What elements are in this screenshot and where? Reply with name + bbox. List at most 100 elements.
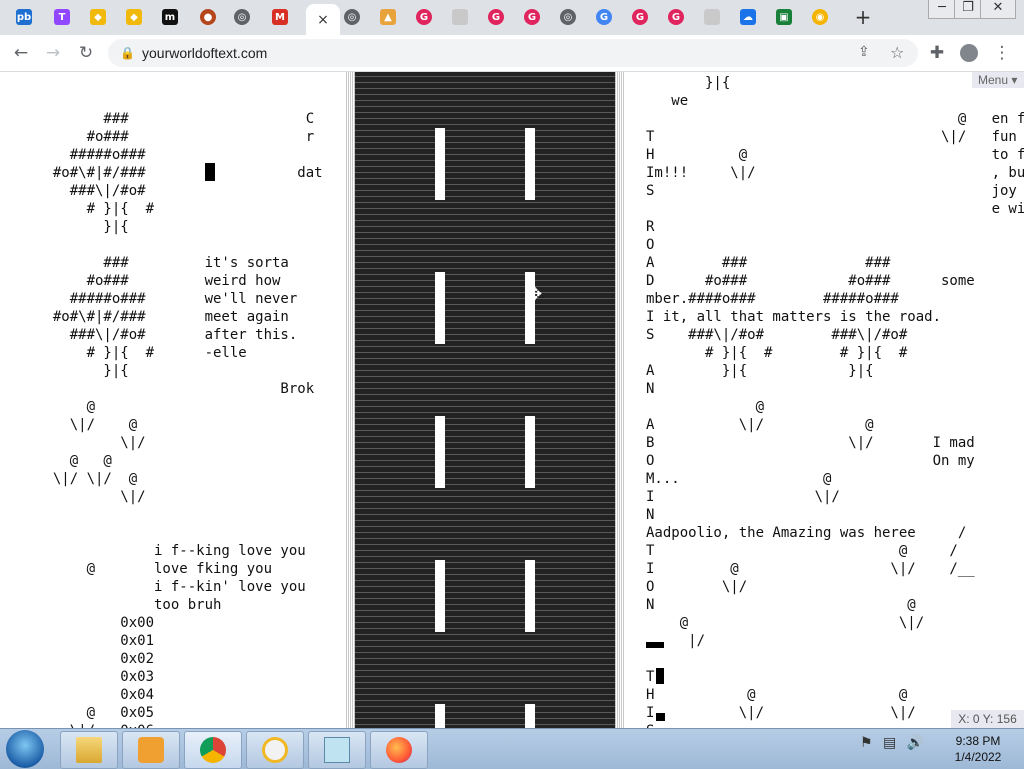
file-explorer-taskbar-button[interactable] <box>60 731 118 769</box>
browser-tab[interactable]: ◆ <box>84 5 112 29</box>
browser-tab[interactable]: ● <box>194 5 222 29</box>
vpn-taskbar-button[interactable] <box>246 731 304 769</box>
reload-icon[interactable]: ↻ <box>74 41 98 65</box>
start-orb-icon[interactable] <box>6 730 44 768</box>
browser-tab[interactable]: T <box>48 5 76 29</box>
network-icon[interactable]: ▤ <box>883 735 896 751</box>
system-tray: ⚑ ▤ 🔊 <box>860 735 940 759</box>
network-warning-icon[interactable]: ⚑ <box>860 735 873 751</box>
browser-tab[interactable]: × <box>306 4 340 35</box>
browser-tab[interactable]: ◉ <box>806 5 834 29</box>
windows-taskbar: ⚑ ▤ 🔊 9:38 PM 1/4/2022 <box>0 728 1024 769</box>
clock-date: 1/4/2022 <box>954 750 1002 764</box>
extensions-puzzle-icon[interactable]: ✚ <box>925 41 949 65</box>
tab-strip: pb T ◆ ◆ m ● ◎ M × ◎ ▲ G G G ◎ G G G ☁ ▣ ◉ + ─ ❐ ✕ <box>0 0 1024 35</box>
browser-tab[interactable]: ◆ <box>120 5 148 29</box>
lane-marking <box>435 560 445 632</box>
firefox-icon <box>386 737 412 763</box>
browser-tab[interactable]: G <box>410 5 438 29</box>
tab-favicon-icon <box>704 9 720 25</box>
close-window-button[interactable]: ✕ <box>980 0 1016 19</box>
lane-marking <box>435 272 445 344</box>
browser-tab[interactable]: m <box>156 5 184 29</box>
bookmark-star-icon[interactable]: ☆ <box>890 43 904 62</box>
kebab-menu-icon[interactable]: ⋮ <box>990 41 1014 65</box>
tab-favicon-icon: G <box>416 9 432 25</box>
world-of-text-canvas[interactable]: ### C #o### r #####o### #o#\#|#/### dat … <box>0 72 1024 728</box>
browser-tab[interactable]: G <box>662 5 690 29</box>
tab-favicon-icon: G <box>596 9 612 25</box>
tab-favicon-icon: G <box>524 9 540 25</box>
browser-tab[interactable]: ◎ <box>228 5 256 29</box>
lane-marking <box>435 128 445 200</box>
tab-favicon-icon: ◎ <box>560 9 576 25</box>
new-tab-button[interactable]: + <box>852 6 874 28</box>
text-block-left-middle: ### it's sorta #o### weird how #####o###… <box>52 255 315 505</box>
address-bar[interactable]: 🔒 yourworldoftext.com ⇪ ☆ <box>108 39 918 67</box>
move-cursor-icon: ✥ <box>527 284 543 305</box>
text-block-mark <box>646 642 664 648</box>
browser-tab[interactable]: G <box>626 5 654 29</box>
tab-favicon-icon: ◆ <box>126 9 142 25</box>
media-player-taskbar-button[interactable] <box>122 731 180 769</box>
forward-arrow-icon[interactable]: → <box>41 41 65 65</box>
browser-tab[interactable] <box>446 5 474 29</box>
browser-tab[interactable]: ◎ <box>554 5 582 29</box>
browser-tab[interactable]: G <box>518 5 546 29</box>
tab-favicon-icon: pb <box>16 9 32 25</box>
browser-tab[interactable]: ▲ <box>374 5 402 29</box>
tab-favicon-icon: T <box>54 9 70 25</box>
chrome-taskbar-button[interactable] <box>184 731 242 769</box>
lane-marking <box>435 704 445 728</box>
browser-tab[interactable] <box>698 5 726 29</box>
text-block-mark-2 <box>656 713 665 721</box>
browser-tab[interactable]: G <box>482 5 510 29</box>
tab-favicon-icon: ☁ <box>740 9 756 25</box>
lane-marking <box>435 416 445 488</box>
notepad-icon <box>324 737 350 763</box>
tab-favicon-icon: G <box>632 9 648 25</box>
road-shoulder-left <box>346 72 355 728</box>
clock[interactable]: 9:38 PM 1/4/2022 <box>942 733 1014 765</box>
tab-favicon-icon: M <box>272 9 288 25</box>
menu-button[interactable]: Menu ▾ <box>972 72 1024 88</box>
folder-icon <box>76 737 102 763</box>
restore-button[interactable]: ❐ <box>954 0 982 19</box>
clock-time: 9:38 PM <box>955 734 1001 748</box>
share-icon[interactable]: ⇪ <box>858 44 870 60</box>
firefox-taskbar-button[interactable] <box>370 731 428 769</box>
chrome-icon <box>200 737 226 763</box>
coordinates-readout: X: 0 Y: 156 <box>951 710 1024 728</box>
profile-avatar-icon[interactable] <box>957 41 981 65</box>
tab-favicon-icon <box>452 9 468 25</box>
url-text[interactable]: yourworldoftext.com <box>142 45 267 61</box>
volume-icon[interactable]: 🔊 <box>907 735 924 751</box>
notepad-taskbar-button[interactable] <box>308 731 366 769</box>
road-shoulder-right <box>615 72 625 728</box>
tab-close-icon: × <box>317 11 329 28</box>
key-icon <box>262 737 288 763</box>
minimize-button[interactable]: ─ <box>928 0 956 19</box>
browser-tab[interactable]: M <box>266 5 294 29</box>
browser-tab[interactable]: ◎ <box>338 5 366 29</box>
lane-marking <box>525 416 535 488</box>
browser-tab[interactable]: pb <box>10 5 38 29</box>
tab-favicon-icon: G <box>668 9 684 25</box>
browser-tab[interactable]: G <box>590 5 618 29</box>
lane-marking <box>525 128 535 200</box>
text-cursor <box>205 163 215 181</box>
text-block-left-top: ### C #o### r #####o### #o#\#|#/### dat … <box>52 111 323 235</box>
tab-favicon-icon: ▣ <box>776 9 792 25</box>
road-art <box>355 72 615 728</box>
tab-favicon-icon: ◆ <box>90 9 106 25</box>
lane-marking <box>525 560 535 632</box>
browser-tab[interactable]: ▣ <box>770 5 798 29</box>
browser-tab[interactable]: ☁ <box>734 5 762 29</box>
text-block-right: }|{ we @ en fun T \|/ fun fo H @ to fol … <box>646 75 1024 728</box>
tab-favicon-icon: ◎ <box>344 9 360 25</box>
lock-icon[interactable]: 🔒 <box>120 46 135 60</box>
lane-marking <box>525 704 535 728</box>
back-arrow-icon[interactable]: ← <box>9 41 33 65</box>
browser-toolbar: ← → ↻ 🔒 yourworldoftext.com ⇪ ☆ ✚ ⋮ <box>0 35 1024 72</box>
tab-favicon-icon: m <box>162 9 178 25</box>
